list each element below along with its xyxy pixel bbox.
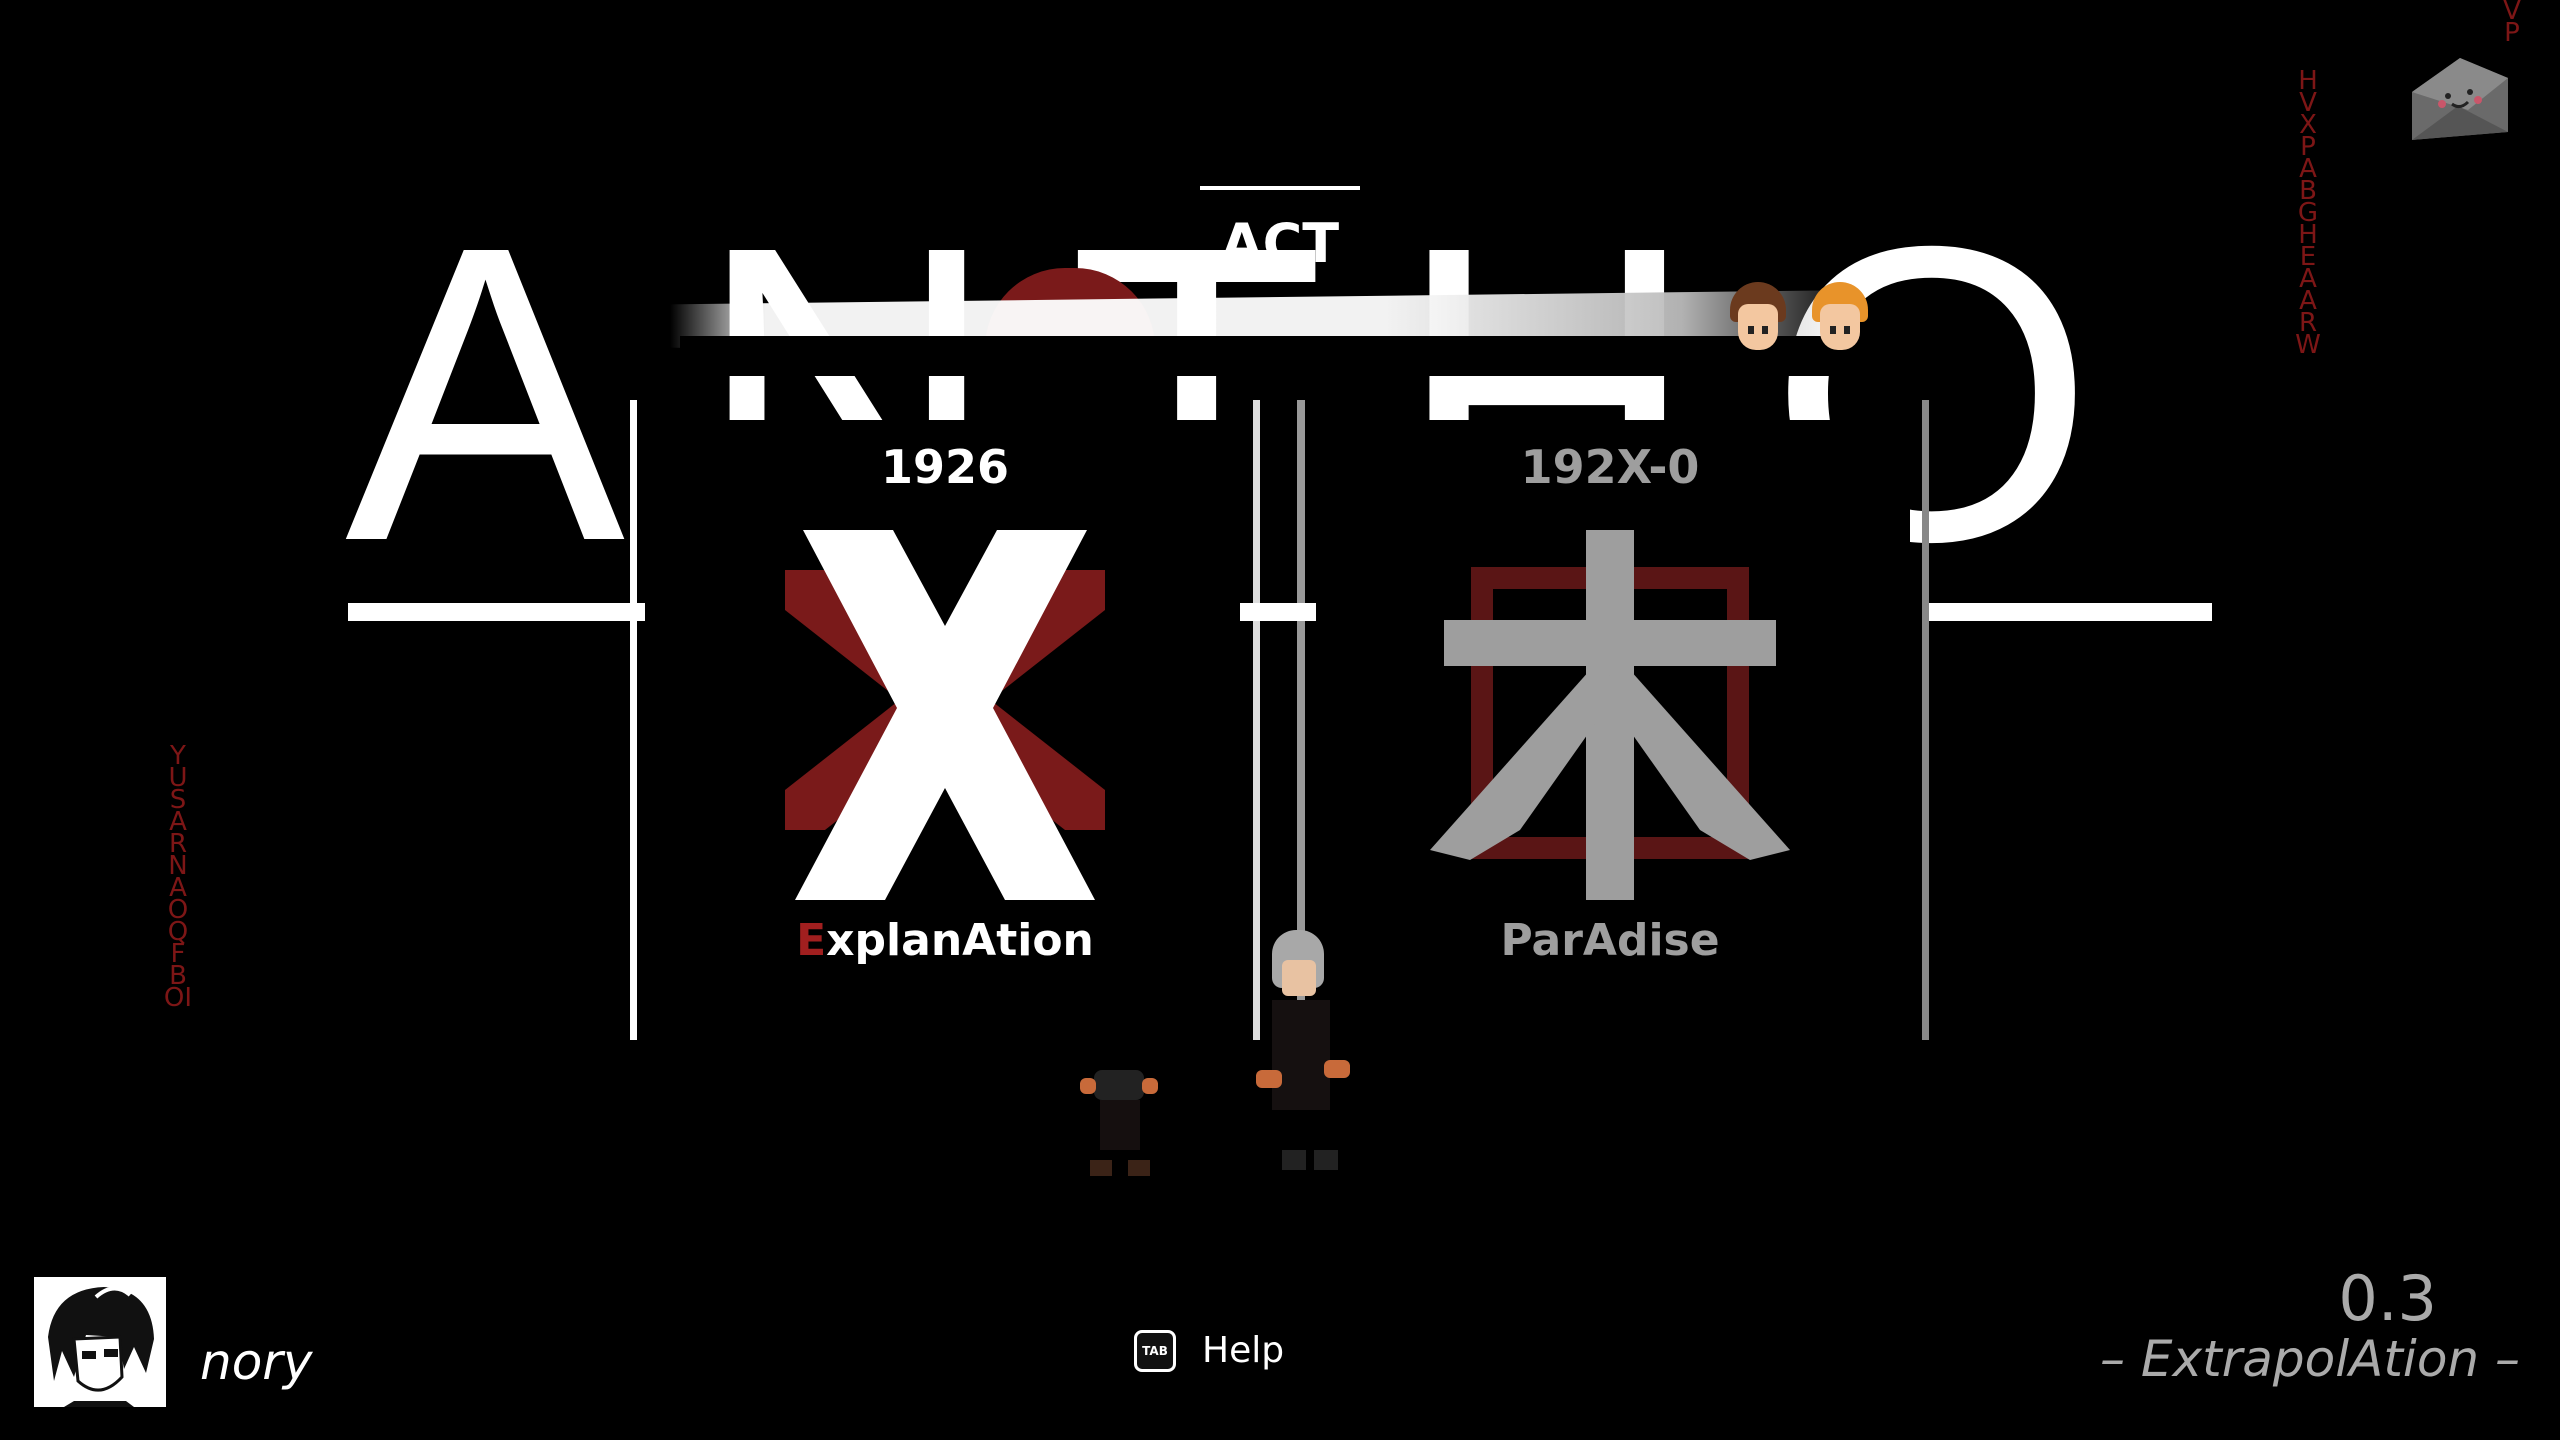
act-name: ExplanAtion <box>796 915 1094 966</box>
act-year: 1926 <box>880 440 1010 494</box>
act-header-label: ACT <box>1220 212 1340 275</box>
act-card-paradise[interactable]: 192X-0 ParAdise <box>1310 420 1910 1040</box>
side-cipher-text: VP <box>2503 0 2521 48</box>
help-label[interactable]: Help <box>1202 1330 1284 1372</box>
version-name: – ExtrapolAtion – <box>2100 1330 2520 1388</box>
mail-envelope-icon[interactable] <box>2408 48 2512 144</box>
orange-haired-portrait-icon <box>1812 282 1868 362</box>
divider-line <box>348 603 648 621</box>
version-number: 0.3 <box>2338 1262 2437 1335</box>
divider-line <box>1922 603 2212 621</box>
act-header-bar <box>1200 186 1360 190</box>
tab-key-icon[interactable]: TAB <box>1134 1330 1176 1372</box>
brown-haired-portrait-icon <box>1730 282 1786 362</box>
card-frame-line <box>1922 400 1929 1040</box>
divider-line <box>1240 603 1316 621</box>
player-avatar <box>34 1277 166 1407</box>
brush-cover <box>680 336 1870 376</box>
player-avatar-icon <box>34 1277 166 1407</box>
side-cipher-text: HVXPABGHEAARW <box>2295 66 2321 360</box>
x-emblem-icon <box>785 530 1105 900</box>
act-name: ParAdise <box>1500 915 1720 966</box>
side-cipher-text: YUSARNAOQFBOI <box>163 741 193 1013</box>
paradise-kanji-icon <box>1430 530 1790 900</box>
grey-haired-character-sprite-icon <box>1252 930 1362 1190</box>
act-year: 192X-0 <box>1520 440 1700 494</box>
player-name: nory <box>200 1333 313 1391</box>
card-frame-line <box>630 400 637 1040</box>
act-card-explanation[interactable]: 1926 ExplanAtion <box>645 420 1245 1040</box>
dark-clothed-character-sprite-icon <box>1070 1060 1170 1185</box>
